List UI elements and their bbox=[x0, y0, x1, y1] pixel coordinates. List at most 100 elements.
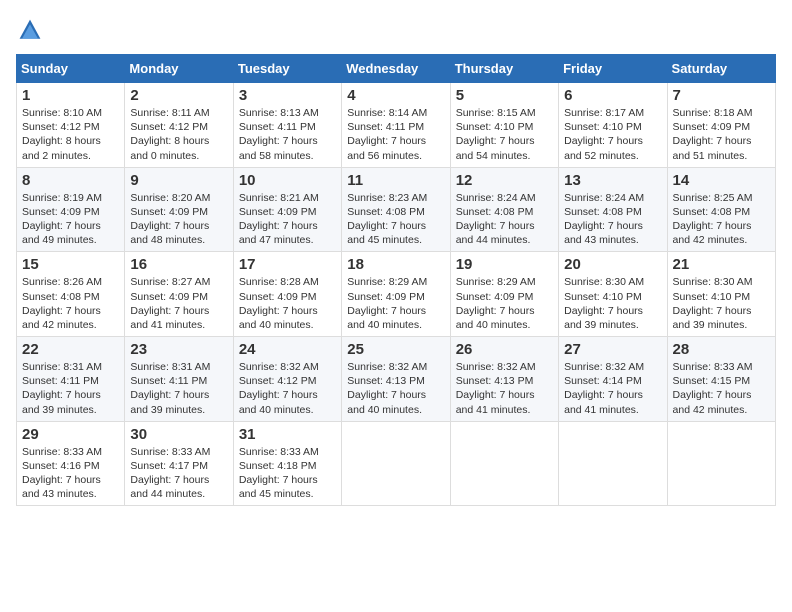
day-info: Sunrise: 8:30 AM Sunset: 4:10 PM Dayligh… bbox=[673, 275, 770, 332]
day-number: 20 bbox=[564, 256, 661, 273]
calendar-cell: 22 Sunrise: 8:31 AM Sunset: 4:11 PM Dayl… bbox=[17, 337, 125, 422]
day-number: 5 bbox=[456, 87, 553, 104]
calendar-cell bbox=[559, 421, 667, 506]
day-number: 3 bbox=[239, 87, 336, 104]
calendar-cell: 16 Sunrise: 8:27 AM Sunset: 4:09 PM Dayl… bbox=[125, 252, 233, 337]
calendar-cell: 27 Sunrise: 8:32 AM Sunset: 4:14 PM Dayl… bbox=[559, 337, 667, 422]
calendar-cell bbox=[667, 421, 775, 506]
day-info: Sunrise: 8:23 AM Sunset: 4:08 PM Dayligh… bbox=[347, 191, 444, 248]
calendar-week-4: 22 Sunrise: 8:31 AM Sunset: 4:11 PM Dayl… bbox=[17, 337, 776, 422]
day-number: 6 bbox=[564, 87, 661, 104]
day-info: Sunrise: 8:20 AM Sunset: 4:09 PM Dayligh… bbox=[130, 191, 227, 248]
day-of-week-monday: Monday bbox=[125, 55, 233, 83]
calendar-cell: 6 Sunrise: 8:17 AM Sunset: 4:10 PM Dayli… bbox=[559, 83, 667, 168]
day-info: Sunrise: 8:33 AM Sunset: 4:15 PM Dayligh… bbox=[673, 360, 770, 417]
calendar-cell: 10 Sunrise: 8:21 AM Sunset: 4:09 PM Dayl… bbox=[233, 167, 341, 252]
day-info: Sunrise: 8:21 AM Sunset: 4:09 PM Dayligh… bbox=[239, 191, 336, 248]
day-info: Sunrise: 8:32 AM Sunset: 4:14 PM Dayligh… bbox=[564, 360, 661, 417]
day-of-week-tuesday: Tuesday bbox=[233, 55, 341, 83]
day-number: 14 bbox=[673, 172, 770, 189]
calendar-cell: 8 Sunrise: 8:19 AM Sunset: 4:09 PM Dayli… bbox=[17, 167, 125, 252]
day-info: Sunrise: 8:24 AM Sunset: 4:08 PM Dayligh… bbox=[564, 191, 661, 248]
day-number: 21 bbox=[673, 256, 770, 273]
logo-icon bbox=[18, 18, 42, 42]
day-info: Sunrise: 8:29 AM Sunset: 4:09 PM Dayligh… bbox=[456, 275, 553, 332]
day-info: Sunrise: 8:32 AM Sunset: 4:13 PM Dayligh… bbox=[456, 360, 553, 417]
day-number: 15 bbox=[22, 256, 119, 273]
calendar-table: SundayMondayTuesdayWednesdayThursdayFrid… bbox=[16, 54, 776, 506]
day-number: 17 bbox=[239, 256, 336, 273]
day-number: 9 bbox=[130, 172, 227, 189]
day-info: Sunrise: 8:32 AM Sunset: 4:13 PM Dayligh… bbox=[347, 360, 444, 417]
calendar-cell: 4 Sunrise: 8:14 AM Sunset: 4:11 PM Dayli… bbox=[342, 83, 450, 168]
day-number: 10 bbox=[239, 172, 336, 189]
day-of-week-sunday: Sunday bbox=[17, 55, 125, 83]
calendar-cell: 23 Sunrise: 8:31 AM Sunset: 4:11 PM Dayl… bbox=[125, 337, 233, 422]
day-of-week-wednesday: Wednesday bbox=[342, 55, 450, 83]
calendar-cell: 31 Sunrise: 8:33 AM Sunset: 4:18 PM Dayl… bbox=[233, 421, 341, 506]
calendar-cell: 14 Sunrise: 8:25 AM Sunset: 4:08 PM Dayl… bbox=[667, 167, 775, 252]
day-number: 25 bbox=[347, 341, 444, 358]
calendar-cell: 5 Sunrise: 8:15 AM Sunset: 4:10 PM Dayli… bbox=[450, 83, 558, 168]
calendar-cell: 20 Sunrise: 8:30 AM Sunset: 4:10 PM Dayl… bbox=[559, 252, 667, 337]
day-number: 31 bbox=[239, 426, 336, 443]
calendar-cell: 17 Sunrise: 8:28 AM Sunset: 4:09 PM Dayl… bbox=[233, 252, 341, 337]
day-info: Sunrise: 8:31 AM Sunset: 4:11 PM Dayligh… bbox=[22, 360, 119, 417]
day-info: Sunrise: 8:31 AM Sunset: 4:11 PM Dayligh… bbox=[130, 360, 227, 417]
day-number: 7 bbox=[673, 87, 770, 104]
calendar-cell: 26 Sunrise: 8:32 AM Sunset: 4:13 PM Dayl… bbox=[450, 337, 558, 422]
calendar-cell: 28 Sunrise: 8:33 AM Sunset: 4:15 PM Dayl… bbox=[667, 337, 775, 422]
day-info: Sunrise: 8:27 AM Sunset: 4:09 PM Dayligh… bbox=[130, 275, 227, 332]
day-number: 19 bbox=[456, 256, 553, 273]
day-info: Sunrise: 8:14 AM Sunset: 4:11 PM Dayligh… bbox=[347, 106, 444, 163]
calendar-cell: 18 Sunrise: 8:29 AM Sunset: 4:09 PM Dayl… bbox=[342, 252, 450, 337]
day-info: Sunrise: 8:19 AM Sunset: 4:09 PM Dayligh… bbox=[22, 191, 119, 248]
day-info: Sunrise: 8:33 AM Sunset: 4:16 PM Dayligh… bbox=[22, 445, 119, 502]
calendar-cell: 24 Sunrise: 8:32 AM Sunset: 4:12 PM Dayl… bbox=[233, 337, 341, 422]
calendar-cell: 29 Sunrise: 8:33 AM Sunset: 4:16 PM Dayl… bbox=[17, 421, 125, 506]
day-number: 23 bbox=[130, 341, 227, 358]
day-number: 13 bbox=[564, 172, 661, 189]
day-number: 26 bbox=[456, 341, 553, 358]
calendar-cell: 21 Sunrise: 8:30 AM Sunset: 4:10 PM Dayl… bbox=[667, 252, 775, 337]
day-number: 22 bbox=[22, 341, 119, 358]
calendar-week-2: 8 Sunrise: 8:19 AM Sunset: 4:09 PM Dayli… bbox=[17, 167, 776, 252]
day-number: 4 bbox=[347, 87, 444, 104]
day-info: Sunrise: 8:25 AM Sunset: 4:08 PM Dayligh… bbox=[673, 191, 770, 248]
day-number: 28 bbox=[673, 341, 770, 358]
calendar-cell: 1 Sunrise: 8:10 AM Sunset: 4:12 PM Dayli… bbox=[17, 83, 125, 168]
logo bbox=[16, 16, 42, 42]
day-number: 1 bbox=[22, 87, 119, 104]
day-number: 2 bbox=[130, 87, 227, 104]
day-number: 24 bbox=[239, 341, 336, 358]
day-info: Sunrise: 8:24 AM Sunset: 4:08 PM Dayligh… bbox=[456, 191, 553, 248]
day-number: 8 bbox=[22, 172, 119, 189]
calendar-week-5: 29 Sunrise: 8:33 AM Sunset: 4:16 PM Dayl… bbox=[17, 421, 776, 506]
day-info: Sunrise: 8:28 AM Sunset: 4:09 PM Dayligh… bbox=[239, 275, 336, 332]
calendar-week-3: 15 Sunrise: 8:26 AM Sunset: 4:08 PM Dayl… bbox=[17, 252, 776, 337]
day-info: Sunrise: 8:13 AM Sunset: 4:11 PM Dayligh… bbox=[239, 106, 336, 163]
day-info: Sunrise: 8:33 AM Sunset: 4:18 PM Dayligh… bbox=[239, 445, 336, 502]
day-info: Sunrise: 8:30 AM Sunset: 4:10 PM Dayligh… bbox=[564, 275, 661, 332]
day-info: Sunrise: 8:32 AM Sunset: 4:12 PM Dayligh… bbox=[239, 360, 336, 417]
day-number: 12 bbox=[456, 172, 553, 189]
calendar-week-1: 1 Sunrise: 8:10 AM Sunset: 4:12 PM Dayli… bbox=[17, 83, 776, 168]
calendar-header-row: SundayMondayTuesdayWednesdayThursdayFrid… bbox=[17, 55, 776, 83]
calendar-cell: 13 Sunrise: 8:24 AM Sunset: 4:08 PM Dayl… bbox=[559, 167, 667, 252]
day-number: 29 bbox=[22, 426, 119, 443]
calendar-cell: 2 Sunrise: 8:11 AM Sunset: 4:12 PM Dayli… bbox=[125, 83, 233, 168]
calendar-cell: 25 Sunrise: 8:32 AM Sunset: 4:13 PM Dayl… bbox=[342, 337, 450, 422]
day-of-week-thursday: Thursday bbox=[450, 55, 558, 83]
calendar-cell: 19 Sunrise: 8:29 AM Sunset: 4:09 PM Dayl… bbox=[450, 252, 558, 337]
day-info: Sunrise: 8:18 AM Sunset: 4:09 PM Dayligh… bbox=[673, 106, 770, 163]
page-header bbox=[16, 16, 776, 42]
calendar-cell bbox=[342, 421, 450, 506]
day-number: 18 bbox=[347, 256, 444, 273]
calendar-cell: 9 Sunrise: 8:20 AM Sunset: 4:09 PM Dayli… bbox=[125, 167, 233, 252]
calendar-cell: 7 Sunrise: 8:18 AM Sunset: 4:09 PM Dayli… bbox=[667, 83, 775, 168]
day-info: Sunrise: 8:10 AM Sunset: 4:12 PM Dayligh… bbox=[22, 106, 119, 163]
day-info: Sunrise: 8:29 AM Sunset: 4:09 PM Dayligh… bbox=[347, 275, 444, 332]
day-number: 27 bbox=[564, 341, 661, 358]
day-number: 30 bbox=[130, 426, 227, 443]
day-of-week-saturday: Saturday bbox=[667, 55, 775, 83]
